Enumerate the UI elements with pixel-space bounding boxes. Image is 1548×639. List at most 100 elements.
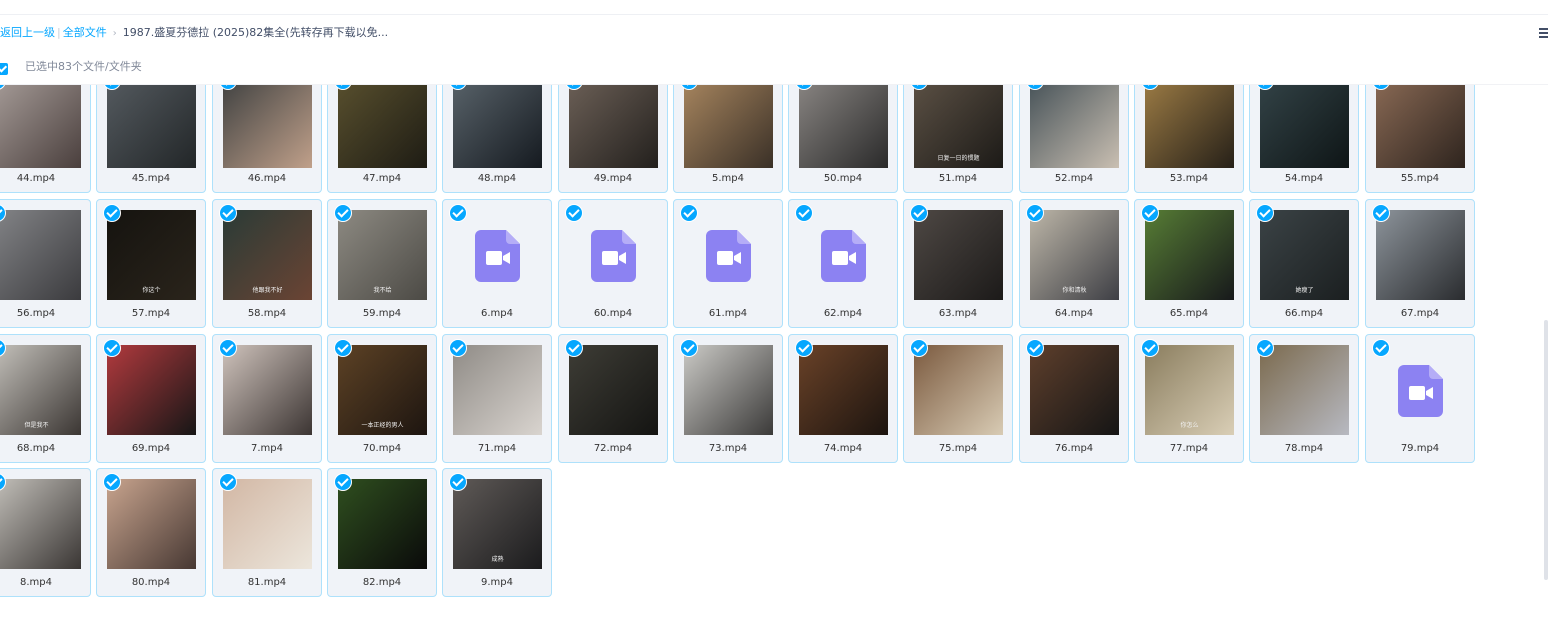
file-card[interactable]: 47.mp4 — [327, 85, 437, 193]
file-card[interactable]: 63.mp4 — [903, 199, 1013, 328]
file-card[interactable]: 成熟 9.mp4 — [442, 468, 552, 597]
file-card[interactable]: 6.mp4 — [442, 199, 552, 328]
check-icon[interactable] — [335, 340, 351, 356]
file-name: 75.mp4 — [938, 443, 978, 454]
file-name: 61.mp4 — [708, 308, 748, 319]
check-icon[interactable] — [220, 474, 236, 490]
video-file-icon — [706, 230, 751, 282]
check-icon[interactable] — [796, 205, 812, 221]
check-icon[interactable] — [566, 340, 582, 356]
file-card[interactable]: 他跟我不好 58.mp4 — [212, 199, 322, 328]
file-name: 59.mp4 — [362, 308, 402, 319]
file-card[interactable]: 71.mp4 — [442, 334, 552, 463]
check-icon[interactable] — [1257, 340, 1273, 356]
file-card[interactable]: 56.mp4 — [0, 199, 91, 328]
check-icon[interactable] — [1373, 340, 1389, 356]
file-card[interactable]: 你和清秋 64.mp4 — [1019, 199, 1129, 328]
file-card[interactable]: 79.mp4 — [1365, 334, 1475, 463]
check-icon[interactable] — [681, 205, 697, 221]
file-card[interactable]: 60.mp4 — [558, 199, 668, 328]
file-card[interactable]: 8.mp4 — [0, 468, 91, 597]
file-card[interactable]: 一本正经的男人 70.mp4 — [327, 334, 437, 463]
file-card[interactable]: 你这个 57.mp4 — [96, 199, 206, 328]
check-icon[interactable] — [220, 340, 236, 356]
thumbnail-subtitle: 但是我不 — [24, 422, 49, 429]
check-icon[interactable] — [911, 340, 927, 356]
file-card[interactable]: 67.mp4 — [1365, 199, 1475, 328]
file-card[interactable]: 80.mp4 — [96, 468, 206, 597]
file-card[interactable]: 69.mp4 — [96, 334, 206, 463]
check-icon[interactable] — [1027, 340, 1043, 356]
file-card[interactable]: 44.mp4 — [0, 85, 91, 193]
file-name: 73.mp4 — [708, 443, 748, 454]
video-thumbnail: 我不给 — [338, 210, 427, 300]
check-icon[interactable] — [450, 474, 466, 490]
selection-count: 已选中83个文件/文件夹 — [25, 60, 142, 73]
file-card[interactable]: 50.mp4 — [788, 85, 898, 193]
file-card[interactable]: 82.mp4 — [327, 468, 437, 597]
file-card[interactable]: 但是我不 68.mp4 — [0, 334, 91, 463]
back-link[interactable]: 返回上一级 — [0, 26, 55, 39]
file-name: 69.mp4 — [131, 443, 171, 454]
file-card[interactable]: 52.mp4 — [1019, 85, 1129, 193]
video-thumbnail — [453, 85, 542, 168]
check-icon[interactable] — [1142, 340, 1158, 356]
check-icon[interactable] — [1257, 205, 1273, 221]
file-card[interactable]: 73.mp4 — [673, 334, 783, 463]
file-card[interactable]: 45.mp4 — [96, 85, 206, 193]
file-name: 56.mp4 — [16, 308, 56, 319]
check-icon[interactable] — [450, 340, 466, 356]
check-icon[interactable] — [911, 205, 927, 221]
file-name: 77.mp4 — [1169, 443, 1209, 454]
list-menu-icon[interactable] — [1538, 26, 1548, 40]
file-card[interactable]: 55.mp4 — [1365, 85, 1475, 193]
check-icon[interactable] — [104, 474, 120, 490]
check-icon[interactable] — [104, 205, 120, 221]
check-icon[interactable] — [220, 205, 236, 221]
check-icon[interactable] — [1027, 205, 1043, 221]
video-thumbnail: 他跟我不好 — [223, 210, 312, 300]
check-icon[interactable] — [1142, 205, 1158, 221]
file-card[interactable]: 76.mp4 — [1019, 334, 1129, 463]
all-files-link[interactable]: 全部文件 — [63, 26, 107, 39]
file-card[interactable]: 78.mp4 — [1249, 334, 1359, 463]
file-card[interactable]: 72.mp4 — [558, 334, 668, 463]
file-card[interactable]: 49.mp4 — [558, 85, 668, 193]
check-icon[interactable] — [796, 340, 812, 356]
vertical-scrollbar[interactable] — [1544, 320, 1548, 580]
check-icon[interactable] — [681, 340, 697, 356]
check-icon[interactable] — [335, 474, 351, 490]
video-thumbnail: 她瘦了 — [1260, 210, 1349, 300]
thumbnail-subtitle: 她瘦了 — [1295, 287, 1314, 294]
check-icon[interactable] — [1373, 205, 1389, 221]
video-thumbnail — [569, 85, 658, 168]
file-card[interactable]: 48.mp4 — [442, 85, 552, 193]
file-name: 58.mp4 — [247, 308, 287, 319]
video-file-icon — [821, 230, 866, 282]
file-card[interactable]: 62.mp4 — [788, 199, 898, 328]
file-card[interactable]: 你怎么 77.mp4 — [1134, 334, 1244, 463]
check-icon[interactable] — [104, 340, 120, 356]
check-icon[interactable] — [335, 205, 351, 221]
file-card[interactable]: 75.mp4 — [903, 334, 1013, 463]
file-card[interactable]: 5.mp4 — [673, 85, 783, 193]
file-card[interactable]: 61.mp4 — [673, 199, 783, 328]
file-card[interactable]: 65.mp4 — [1134, 199, 1244, 328]
file-card[interactable]: 我不给 59.mp4 — [327, 199, 437, 328]
file-card[interactable]: 81.mp4 — [212, 468, 322, 597]
file-card[interactable]: 46.mp4 — [212, 85, 322, 193]
video-thumbnail — [799, 345, 888, 435]
file-card[interactable]: 54.mp4 — [1249, 85, 1359, 193]
check-icon[interactable] — [566, 205, 582, 221]
file-name: 78.mp4 — [1284, 443, 1324, 454]
file-name: 82.mp4 — [362, 577, 402, 588]
file-card[interactable]: 日复一日的惯题 51.mp4 — [903, 85, 1013, 193]
file-card[interactable]: 7.mp4 — [212, 334, 322, 463]
check-icon[interactable] — [450, 205, 466, 221]
file-card[interactable]: 53.mp4 — [1134, 85, 1244, 193]
select-all-checkbox[interactable] — [0, 63, 8, 75]
video-thumbnail — [107, 345, 196, 435]
file-card[interactable]: 74.mp4 — [788, 334, 898, 463]
video-thumbnail — [0, 479, 81, 569]
file-card[interactable]: 她瘦了 66.mp4 — [1249, 199, 1359, 328]
